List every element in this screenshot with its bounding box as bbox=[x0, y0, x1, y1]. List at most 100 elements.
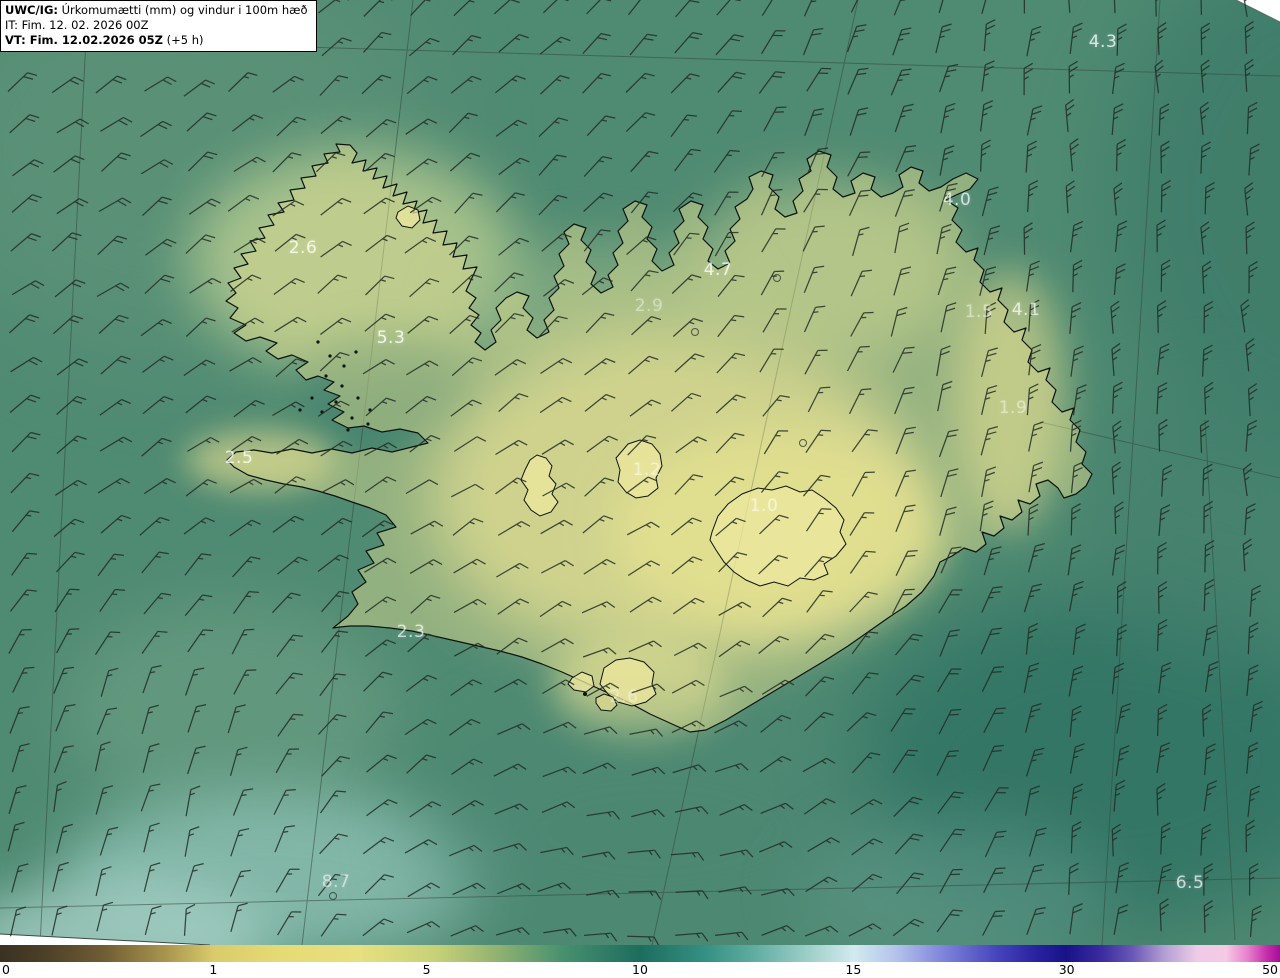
wind-barb bbox=[57, 117, 89, 141]
wind-barb bbox=[1026, 141, 1036, 173]
wind-barb bbox=[716, 430, 744, 459]
wind-barb bbox=[364, 669, 393, 698]
wind-barb bbox=[982, 384, 998, 417]
wind-barb bbox=[582, 851, 615, 865]
wind-barb bbox=[320, 830, 348, 859]
wind-barb bbox=[12, 278, 44, 302]
wind-barb bbox=[140, 119, 171, 144]
wind-barb bbox=[542, 437, 574, 461]
wind-barb bbox=[937, 747, 959, 779]
wind-barb bbox=[764, 427, 788, 459]
wind-barb bbox=[11, 231, 41, 258]
wind-barb bbox=[1027, 260, 1040, 293]
wind-barb bbox=[893, 344, 914, 377]
wind-barb bbox=[1070, 22, 1082, 55]
wind-barb bbox=[761, 887, 794, 903]
wind-barb bbox=[896, 671, 924, 700]
wind-barb bbox=[719, 600, 751, 623]
wind-barb bbox=[584, 153, 612, 182]
wind-barb bbox=[848, 65, 868, 98]
wind-barb bbox=[234, 588, 259, 619]
wind-barb bbox=[189, 196, 220, 221]
wind-barb bbox=[1248, 785, 1260, 818]
wind-barb bbox=[715, 188, 739, 220]
wind-barb bbox=[185, 591, 212, 621]
wind-barb bbox=[407, 156, 438, 182]
wind-barb bbox=[1070, 580, 1084, 613]
wind-barb bbox=[541, 356, 572, 381]
wind-barb bbox=[851, 308, 874, 340]
wind-barb bbox=[982, 465, 996, 498]
wind-barb bbox=[632, 683, 665, 701]
wind-barb bbox=[12, 549, 37, 580]
wind-barb bbox=[184, 77, 215, 103]
wind-barb bbox=[1201, 60, 1212, 93]
wind-barb bbox=[1201, 142, 1211, 174]
wind-barb bbox=[186, 315, 215, 343]
wind-barb bbox=[321, 910, 346, 941]
wind-barb bbox=[188, 744, 206, 777]
wind-barb bbox=[720, 803, 753, 823]
wind-barb bbox=[542, 677, 574, 700]
wind-barb bbox=[1247, 664, 1258, 697]
wind-barb bbox=[587, 811, 620, 824]
title-box: UWC/IG: Úrkomumætti (mm) og vindur i 100… bbox=[0, 0, 317, 52]
wind-barb bbox=[1250, 585, 1261, 618]
wind-barb bbox=[13, 157, 44, 183]
wind-barb bbox=[186, 232, 215, 260]
wind-barb bbox=[895, 102, 913, 135]
wind-barb bbox=[1200, 102, 1212, 135]
wind-barb bbox=[1161, 180, 1170, 212]
wind-barb bbox=[583, 513, 613, 540]
wind-barb bbox=[982, 185, 998, 218]
wind-barb bbox=[541, 636, 573, 659]
wind-barb bbox=[805, 0, 826, 20]
wind-barb bbox=[1203, 345, 1213, 377]
wind-barb bbox=[762, 26, 786, 58]
wind-barb bbox=[1024, 223, 1033, 255]
wind-barb bbox=[1113, 62, 1125, 95]
wind-barb bbox=[850, 187, 871, 220]
wind-barb bbox=[449, 717, 480, 743]
wind-barb bbox=[1158, 619, 1168, 651]
wind-barb bbox=[1159, 504, 1170, 537]
wind-barb bbox=[318, 0, 348, 20]
wind-barb bbox=[1200, 421, 1210, 453]
wind-barb bbox=[1073, 260, 1082, 292]
wind-barb bbox=[1204, 780, 1217, 813]
wind-barb bbox=[1024, 662, 1039, 695]
wind-barb bbox=[12, 741, 29, 774]
wind-barb bbox=[54, 516, 84, 543]
wind-barb bbox=[321, 239, 352, 264]
wind-barb bbox=[52, 229, 81, 257]
wind-barb bbox=[230, 355, 262, 378]
wind-barb bbox=[410, 799, 441, 824]
wind-barb bbox=[540, 72, 569, 100]
wind-barb bbox=[673, 315, 703, 343]
wind-barb bbox=[673, 189, 702, 217]
wind-barb bbox=[1114, 183, 1125, 216]
wind-barb bbox=[672, 719, 705, 741]
wind-barb bbox=[231, 826, 249, 859]
wind-barb bbox=[322, 588, 350, 618]
colorbar-tick-labels: 01510153050 bbox=[0, 962, 1280, 978]
wind-barb bbox=[629, 353, 659, 380]
wind-barb bbox=[1157, 220, 1166, 252]
wind-barb bbox=[805, 553, 833, 583]
wind-barb bbox=[99, 196, 131, 219]
wind-barb bbox=[1117, 702, 1131, 735]
wind-barb bbox=[1246, 339, 1258, 372]
wind-barb bbox=[759, 633, 789, 660]
wind-barb bbox=[53, 860, 69, 893]
wind-barb bbox=[1250, 864, 1259, 896]
wind-barb bbox=[97, 281, 129, 304]
wind-barb bbox=[763, 305, 787, 337]
wind-barb bbox=[100, 397, 131, 423]
wind-barb bbox=[763, 392, 790, 422]
wind-barb bbox=[143, 742, 159, 775]
wind-barb bbox=[587, 0, 615, 20]
wind-barb bbox=[57, 356, 88, 382]
wind-barb bbox=[761, 712, 791, 739]
wind-barb bbox=[1246, 420, 1257, 453]
wind-barb bbox=[275, 315, 307, 339]
